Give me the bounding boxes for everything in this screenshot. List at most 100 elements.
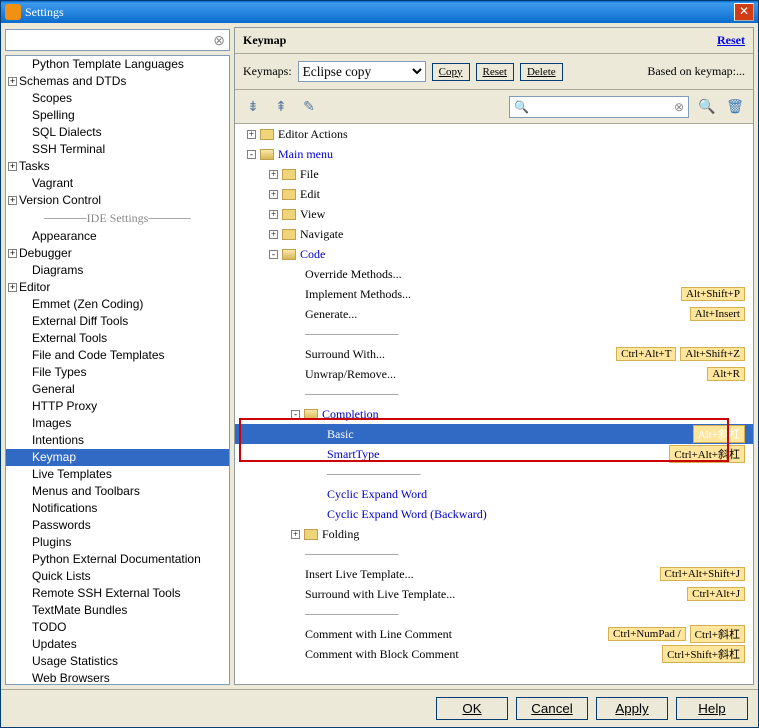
settings-tree-item[interactable]: Spelling: [6, 107, 229, 124]
settings-tree-item[interactable]: File Types: [6, 364, 229, 381]
settings-tree-item[interactable]: Remote SSH External Tools: [6, 585, 229, 602]
expand-icon[interactable]: ⇟: [243, 97, 263, 117]
keymap-select[interactable]: Eclipse copy: [298, 61, 426, 82]
row-label: Cyclic Expand Word (Backward): [327, 507, 487, 522]
delete-button[interactable]: Delete: [520, 63, 563, 81]
keymap-tree-row[interactable]: SmartTypeCtrl+Alt+斜杠: [235, 444, 753, 464]
titlebar: Settings ✕: [1, 1, 758, 23]
settings-tree-item[interactable]: Keymap: [6, 449, 229, 466]
keymap-tree-row[interactable]: -Completion: [235, 404, 753, 424]
keymap-tree-row[interactable]: -Main menu: [235, 144, 753, 164]
help-button[interactable]: Help: [676, 697, 748, 720]
keymap-tree-row[interactable]: ───────────: [235, 384, 753, 404]
collapse-icon[interactable]: ⇞: [271, 97, 291, 117]
settings-search-input[interactable]: ⊗: [5, 29, 230, 51]
row-label: Implement Methods...: [305, 287, 411, 302]
keymap-tree-row[interactable]: Surround with Live Template...Ctrl+Alt+J: [235, 584, 753, 604]
keymap-tree-row[interactable]: Comment with Line CommentCtrl+NumPad /Ct…: [235, 624, 753, 644]
keymap-tree-row[interactable]: +Editor Actions: [235, 124, 753, 144]
settings-tree-item[interactable]: Web Browsers: [6, 670, 229, 685]
row-label: Override Methods...: [305, 267, 402, 282]
close-button[interactable]: ✕: [734, 3, 754, 21]
settings-tree-item[interactable]: Usage Statistics: [6, 653, 229, 670]
folder-icon: [282, 209, 296, 220]
row-label: Unwrap/Remove...: [305, 367, 396, 382]
action-search-input[interactable]: 🔍 ⊗: [509, 96, 689, 118]
shortcut-badge: Alt+Shift+Z: [680, 347, 745, 361]
clear-icon[interactable]: ⊗: [213, 32, 225, 49]
settings-tree-item[interactable]: General: [6, 381, 229, 398]
row-label: Completion: [322, 407, 379, 422]
settings-tree-item[interactable]: +Editor: [6, 279, 229, 296]
settings-tree-item[interactable]: +Debugger: [6, 245, 229, 262]
row-label: Cyclic Expand Word: [327, 487, 427, 502]
settings-tree-item[interactable]: +Version Control: [6, 192, 229, 209]
settings-tree-item[interactable]: External Diff Tools: [6, 313, 229, 330]
settings-tree-item[interactable]: Appearance: [6, 228, 229, 245]
keymap-tree[interactable]: +Editor Actions-Main menu+File+Edit+View…: [235, 124, 753, 684]
settings-tree-item[interactable]: External Tools: [6, 330, 229, 347]
settings-tree-item[interactable]: TODO: [6, 619, 229, 636]
keymap-tree-row[interactable]: +Navigate: [235, 224, 753, 244]
keymap-tree-row[interactable]: Implement Methods...Alt+Shift+P: [235, 284, 753, 304]
keymap-tree-row[interactable]: Override Methods...: [235, 264, 753, 284]
reset-link[interactable]: Reset: [717, 33, 745, 48]
settings-tree-item[interactable]: Images: [6, 415, 229, 432]
clear-icon[interactable]: ⊗: [674, 100, 684, 114]
keymap-tree-row[interactable]: Cyclic Expand Word: [235, 484, 753, 504]
keymap-toolbar: ⇟ ⇞ ✎ 🔍 ⊗ 🔍 🗑: [235, 90, 753, 124]
keymap-tree-row[interactable]: BasicAlt+斜杠: [235, 424, 753, 444]
keymap-tree-row[interactable]: +View: [235, 204, 753, 224]
settings-tree-item[interactable]: File and Code Templates: [6, 347, 229, 364]
settings-tree-item[interactable]: Emmet (Zen Coding): [6, 296, 229, 313]
keymap-tree-row[interactable]: Comment with Block CommentCtrl+Shift+斜杠: [235, 644, 753, 664]
shortcut-badge: Alt+R: [707, 367, 745, 381]
settings-tree-item[interactable]: Intentions: [6, 432, 229, 449]
settings-tree-item[interactable]: Passwords: [6, 517, 229, 534]
keymap-tree-row[interactable]: ───────────: [235, 544, 753, 564]
settings-tree-item[interactable]: Updates: [6, 636, 229, 653]
keymaps-label: Keymaps:: [243, 64, 292, 79]
keymap-tree-row[interactable]: Generate...Alt+Insert: [235, 304, 753, 324]
keymap-tree-row[interactable]: Surround With... Ctrl+Alt+T Alt+Shift+Z: [235, 344, 753, 364]
settings-tree-item[interactable]: HTTP Proxy: [6, 398, 229, 415]
reset-button[interactable]: Reset: [476, 63, 514, 81]
settings-tree-item[interactable]: Notifications: [6, 500, 229, 517]
settings-tree-item[interactable]: Python External Documentation: [6, 551, 229, 568]
settings-tree-item[interactable]: +Tasks: [6, 158, 229, 175]
keymap-tree-row[interactable]: Cyclic Expand Word (Backward): [235, 504, 753, 524]
copy-button[interactable]: Copy: [432, 63, 470, 81]
keymap-tree-row[interactable]: ───────────: [235, 324, 753, 344]
keymap-tree-row[interactable]: ───────────: [235, 604, 753, 624]
cancel-button[interactable]: Cancel: [516, 697, 588, 720]
ok-button[interactable]: OK: [436, 697, 508, 720]
keymap-tree-row[interactable]: +Folding: [235, 524, 753, 544]
settings-tree-item[interactable]: SSH Terminal: [6, 141, 229, 158]
settings-tree-item[interactable]: SQL Dialects: [6, 124, 229, 141]
settings-tree-item[interactable]: +Schemas and DTDs: [6, 73, 229, 90]
folder-icon: [304, 529, 318, 540]
settings-tree-item[interactable]: Diagrams: [6, 262, 229, 279]
apply-button[interactable]: Apply: [596, 697, 668, 720]
settings-tree-item[interactable]: TextMate Bundles: [6, 602, 229, 619]
keymap-tree-row[interactable]: ───────────: [235, 464, 753, 484]
settings-tree-item[interactable]: Quick Lists: [6, 568, 229, 585]
row-label: Surround With...: [305, 347, 385, 362]
trash-icon[interactable]: 🗑: [725, 97, 745, 117]
edit-icon[interactable]: ✎: [299, 97, 319, 117]
keymap-tree-row[interactable]: +File: [235, 164, 753, 184]
settings-tree-item[interactable]: Scopes: [6, 90, 229, 107]
shortcut-badge: Ctrl+Alt+T: [616, 347, 676, 361]
keymap-tree-row[interactable]: -Code: [235, 244, 753, 264]
row-label: Navigate: [300, 227, 343, 242]
settings-tree-item[interactable]: Live Templates: [6, 466, 229, 483]
find-by-shortcut-icon[interactable]: 🔍: [697, 97, 717, 117]
keymap-tree-row[interactable]: +Edit: [235, 184, 753, 204]
keymap-tree-row[interactable]: Insert Live Template...Ctrl+Alt+Shift+J: [235, 564, 753, 584]
keymap-tree-row[interactable]: Unwrap/Remove... Alt+R: [235, 364, 753, 384]
settings-tree[interactable]: Python Template Languages+Schemas and DT…: [5, 55, 230, 685]
settings-tree-item[interactable]: Plugins: [6, 534, 229, 551]
settings-tree-item[interactable]: Python Template Languages: [6, 56, 229, 73]
settings-tree-item[interactable]: Vagrant: [6, 175, 229, 192]
settings-tree-item[interactable]: Menus and Toolbars: [6, 483, 229, 500]
